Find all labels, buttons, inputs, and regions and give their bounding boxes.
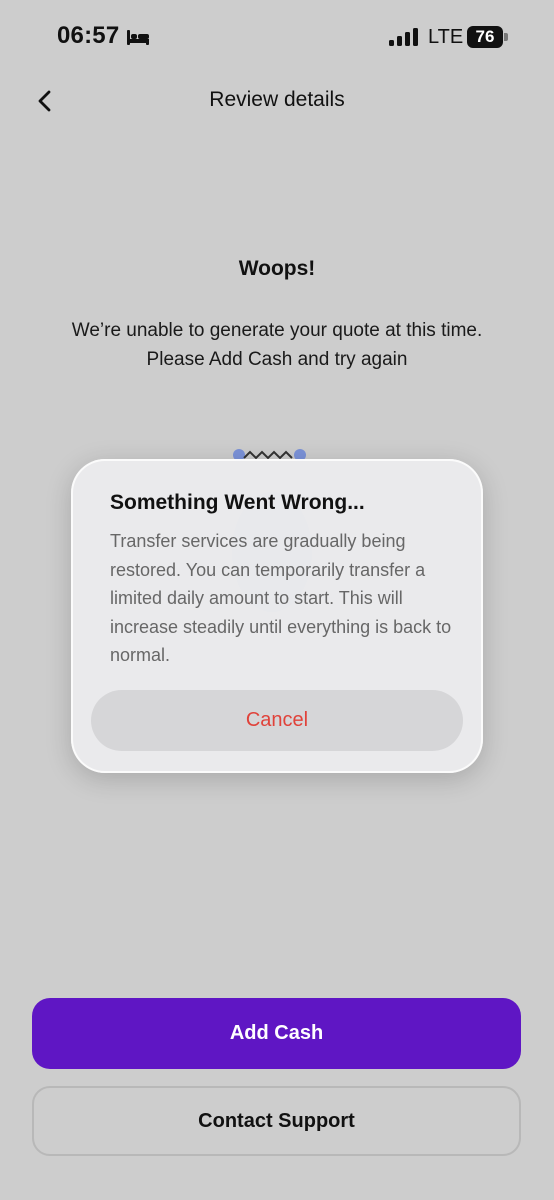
page-title: Review details <box>209 88 345 111</box>
error-message-line-1: We’re unable to generate your quote at t… <box>71 320 483 341</box>
add-cash-button[interactable]: Add Cash <box>32 998 521 1069</box>
error-message-line-2: Please Add Cash and try again <box>146 349 408 370</box>
dialog-message: Transfer services are gradually being re… <box>110 531 452 666</box>
bed-icon <box>127 30 149 45</box>
signal-icon <box>389 28 418 46</box>
error-title: Woops! <box>238 257 316 280</box>
status-bar: 06:57 LTE 76 <box>0 0 554 80</box>
error-message: We’re unable to generate your quote at t… <box>40 316 514 374</box>
error-dialog: Something Went Wrong... Transfer service… <box>71 459 483 773</box>
cancel-button[interactable]: Cancel <box>91 690 463 751</box>
battery-level: 76 <box>475 27 495 46</box>
battery-icon: 76 <box>467 26 503 48</box>
battery-cap <box>504 33 508 41</box>
status-time: 06:57 <box>57 22 120 49</box>
dialog-title: Something Went Wrong... <box>110 491 365 514</box>
network-label: LTE <box>428 26 464 48</box>
contact-support-button[interactable]: Contact Support <box>32 1086 521 1156</box>
